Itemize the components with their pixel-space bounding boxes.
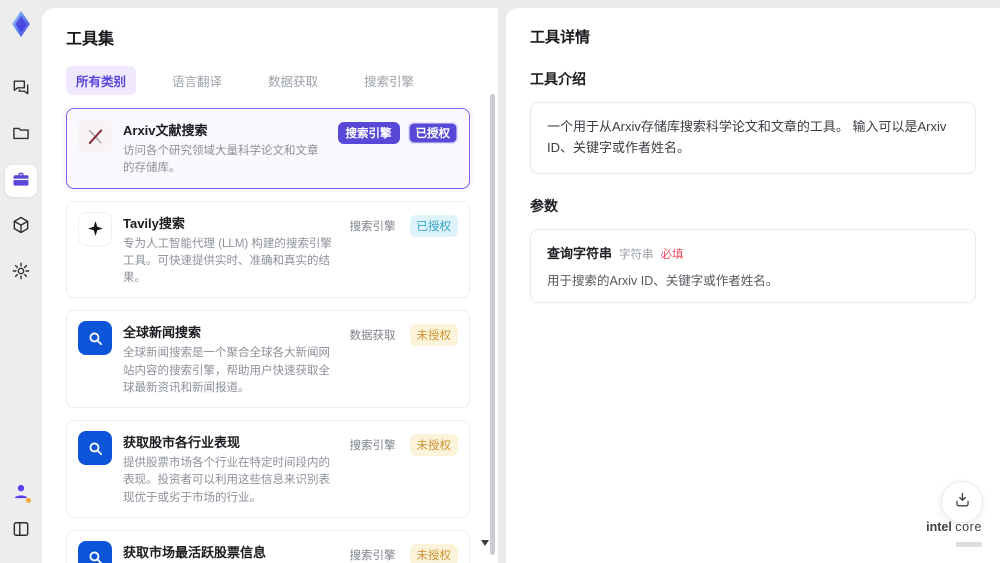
tool-description: 提供股票市场各个行业在特定时间段内的表现。投资者可以利用这些信息来识别表现优于或…: [123, 457, 330, 504]
tool-name: 获取股市各行业表现: [123, 435, 241, 450]
intel-logo-bar: [956, 542, 982, 547]
core-brand-text: core: [955, 520, 982, 534]
tool-icon: [78, 321, 112, 356]
search-logo-icon: [89, 442, 102, 455]
toolbox-icon: [11, 169, 31, 194]
status-badge: 已授权: [409, 214, 458, 237]
chat-icon: [11, 77, 31, 102]
tool-description: 专为人工智能代理 (LLM) 构建的搜索引擎工具。可快速提供实时、准确和真实的结…: [123, 237, 332, 285]
param-name: 查询字符串: [547, 245, 613, 261]
gear-icon: [11, 261, 31, 286]
search-logo-icon: [89, 551, 102, 563]
intro-heading: 工具介绍: [530, 71, 586, 87]
cube-icon: [11, 215, 31, 240]
param-card: 查询字符串 字符串 必填 用于搜索的Arxiv ID、关键字或作者姓名。: [530, 228, 976, 303]
tab-2[interactable]: 数据获取: [258, 66, 328, 95]
sidebar-item-chat[interactable]: [5, 73, 37, 105]
left-sidebar: [0, 0, 42, 563]
tool-card[interactable]: 获取股市各行业表现 提供股票市场各个行业在特定时间段内的表现。投资者可以利用这些…: [66, 420, 470, 518]
tool-name: 获取市场最活跃股票信息: [123, 544, 267, 560]
intel-brand-text: intel: [926, 520, 952, 534]
params-heading: 参数: [530, 197, 558, 214]
arxiv-logo-icon: [88, 128, 102, 144]
category-badge: 数据获取: [349, 330, 396, 343]
status-badge: 未授权: [409, 543, 458, 563]
status-badge: 未授权: [409, 434, 458, 456]
tool-card[interactable]: 全球新闻搜索 全球新闻搜索是一个聚合全球各大新闻网站内容的搜索引擎，帮助用户快速…: [66, 310, 470, 408]
detail-title: 工具详情: [530, 29, 591, 46]
sidebar-item-account[interactable]: [5, 477, 37, 509]
sidebar-item-packages[interactable]: [5, 211, 37, 243]
tab-0[interactable]: 所有类别: [66, 66, 137, 95]
tool-list: Arxiv文献搜索 访问各个研究领域大量科学论文和文章的存储库。 搜索引擎 已授…: [66, 108, 480, 563]
tool-name: 全球新闻搜索: [123, 325, 202, 341]
tool-card[interactable]: Arxiv文献搜索 访问各个研究领域大量科学论文和文章的存储库。 搜索引擎 已授…: [66, 108, 470, 189]
intro-text: 一个用于从Arxiv存储库搜索科学论文和文章的工具。 输入可以是Arxiv ID…: [530, 102, 976, 174]
sidebar-item-settings[interactable]: [5, 257, 37, 289]
tool-icon: [78, 540, 112, 563]
tool-detail-panel: 工具详情 工具介绍 一个用于从Arxiv存储库搜索科学论文和文章的工具。 输入可…: [506, 8, 1000, 563]
tool-name: Tavily搜索: [123, 215, 185, 231]
sidebar-item-collapse[interactable]: [5, 515, 37, 547]
search-logo-icon: [89, 332, 102, 345]
param-type: 字符串: [619, 248, 654, 261]
tool-list-panel: 工具集 所有类别 语言翻译 数据获取 搜索引擎 Arxiv文献搜索 访问各个研究领域大…: [42, 8, 498, 563]
tool-icon: [78, 211, 112, 246]
status-badge: 未授权: [409, 324, 458, 347]
sidebar-item-tools[interactable]: [5, 165, 37, 197]
scrollbar[interactable]: [490, 94, 495, 555]
sidebar-bottom-group: [5, 477, 37, 553]
download-icon: [953, 490, 972, 514]
category-tabs: 所有类别 语言翻译 数据获取 搜索引擎: [66, 66, 480, 95]
status-dot: [26, 498, 31, 503]
tab-3[interactable]: 搜索引擎: [354, 66, 424, 95]
tool-icon: [78, 431, 112, 465]
tool-card[interactable]: 获取市场最活跃股票信息 提供当天交易量最高的股票列表。投资者可以利用这些信息来识…: [66, 529, 470, 563]
tool-name: Arxiv文献搜索: [123, 123, 208, 138]
category-badge: 搜索引擎: [349, 440, 396, 452]
intel-core-logo: intel core: [926, 520, 982, 552]
panel-toggle-icon: [11, 519, 31, 544]
tool-description: 访问各个研究领域大量科学论文和文章的存储库。: [123, 145, 319, 175]
param-description: 用于搜索的Arxiv ID、关键字或作者姓名。: [547, 273, 779, 288]
category-badge: 搜索引擎: [349, 220, 396, 233]
tavily-star-icon: [87, 221, 103, 236]
tool-icon: [78, 119, 112, 153]
page-title: 工具集: [66, 31, 115, 48]
category-badge: 搜索引擎: [349, 549, 396, 562]
status-badge: 已授权: [407, 122, 458, 144]
tab-1[interactable]: 语言翻译: [162, 66, 232, 95]
app-logo-icon: [6, 9, 36, 39]
category-badge: 搜索引擎: [337, 122, 400, 144]
tool-description: 全球新闻搜索是一个聚合全球各大新闻网站内容的搜索引擎，帮助用户快速获取全球最新资…: [123, 347, 330, 394]
sidebar-item-files[interactable]: [5, 119, 37, 151]
app-window: 工具集 所有类别 语言翻译 数据获取 搜索引擎 Arxiv文献搜索 访问各个研究领域大…: [0, 0, 1000, 563]
scroll-down-indicator[interactable]: [481, 540, 489, 546]
download-button[interactable]: [941, 481, 983, 523]
tool-card[interactable]: Tavily搜索 专为人工智能代理 (LLM) 构建的搜索引擎工具。可快速提供实…: [66, 200, 470, 299]
folder-icon: [11, 123, 31, 148]
param-required-badge: 必填: [660, 248, 684, 261]
